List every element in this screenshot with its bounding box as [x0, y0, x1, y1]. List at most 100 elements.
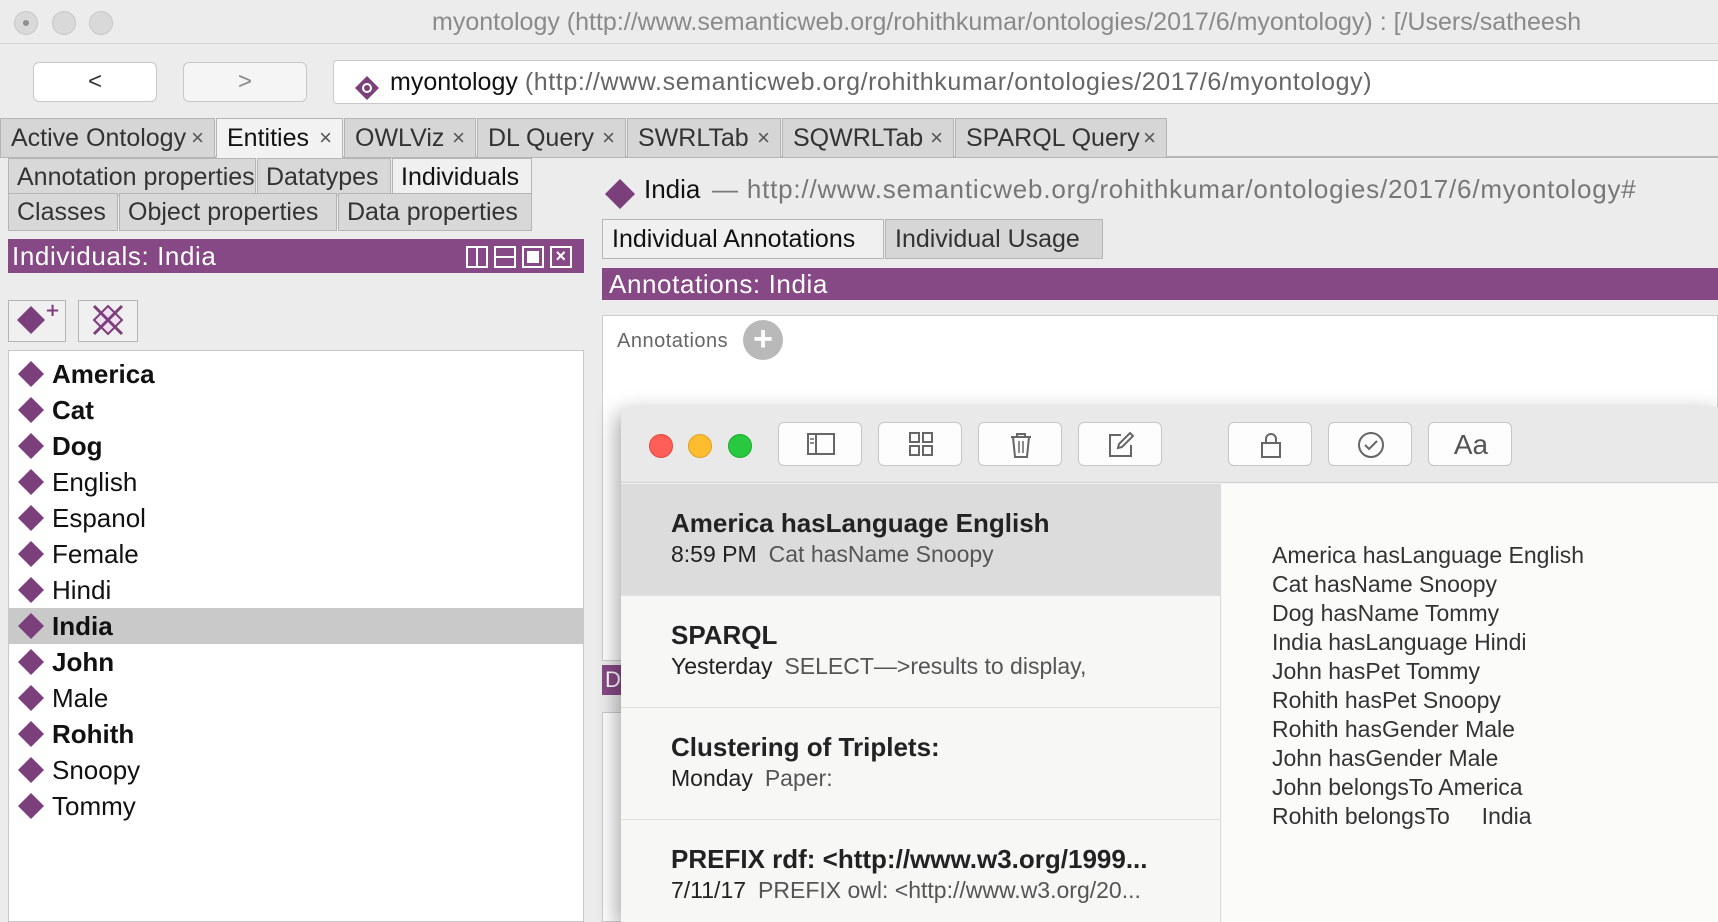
- subtab-datatypes[interactable]: Datatypes: [257, 158, 391, 196]
- close-icon[interactable]: ×: [452, 119, 465, 157]
- note-line: Cat hasName Snoopy: [1272, 571, 1498, 597]
- close-icon[interactable]: ×: [930, 119, 943, 157]
- note-preview: Paper:: [764, 765, 833, 791]
- tab-individual-annotations[interactable]: Individual Annotations: [602, 219, 884, 259]
- trash-icon: [1011, 433, 1031, 458]
- window-zoom-button[interactable]: [89, 11, 113, 35]
- split-vertical-icon[interactable]: [466, 246, 488, 268]
- subtab-individuals[interactable]: Individuals: [392, 158, 532, 196]
- list-item[interactable]: John: [9, 644, 583, 680]
- window-close-button[interactable]: [14, 11, 38, 35]
- maximize-view-icon[interactable]: [522, 246, 544, 268]
- back-button[interactable]: <: [33, 62, 157, 102]
- notes-window: Aa America hasLanguage English 8:59 PM Ca…: [621, 407, 1718, 922]
- list-item[interactable]: Dog: [9, 428, 583, 464]
- list-item[interactable]: Female: [9, 536, 583, 572]
- note-editor[interactable]: America hasLanguage English Cat hasName …: [1222, 484, 1718, 922]
- split-horizontal-icon[interactable]: [494, 246, 516, 268]
- item-label: America: [52, 359, 155, 389]
- notes-minimize-button[interactable]: [688, 434, 712, 458]
- individual-icon: [18, 469, 44, 495]
- tab-sparql-query[interactable]: SPARQL Query ×: [955, 118, 1167, 158]
- notes-zoom-button[interactable]: [728, 434, 752, 458]
- note-meta: Monday Paper:: [671, 765, 833, 792]
- sidebar-toggle-button[interactable]: [778, 422, 862, 466]
- tab-label: DL Query: [488, 124, 595, 152]
- item-label: John: [52, 647, 115, 677]
- close-icon[interactable]: ×: [1143, 119, 1156, 157]
- note-meta: 7/11/17 PREFIX owl: <http://www.w3.org/20…: [671, 877, 1141, 904]
- close-icon[interactable]: ×: [191, 119, 204, 157]
- add-annotation-button[interactable]: +: [743, 320, 783, 360]
- navigation-bar: < > myontology (http://www.semanticweb.o…: [0, 45, 1718, 108]
- tab-label: Active Ontology: [11, 124, 187, 152]
- subtab-annotation-properties[interactable]: Annotation properties: [8, 158, 256, 196]
- individual-icon: [18, 505, 44, 531]
- list-item[interactable]: Espanol: [9, 500, 583, 536]
- close-view-icon[interactable]: ×: [550, 246, 572, 268]
- list-item[interactable]: Cat: [9, 392, 583, 428]
- note-line: Rohith belongsTo India: [1272, 803, 1532, 829]
- note-line: Rohith hasPet Snoopy: [1272, 687, 1501, 713]
- tab-individual-usage[interactable]: Individual Usage: [885, 219, 1103, 259]
- item-label: Cat: [52, 395, 94, 425]
- list-item[interactable]: Hindi: [9, 572, 583, 608]
- item-label: Hindi: [52, 575, 112, 605]
- individual-icon: [18, 541, 44, 567]
- list-item-selected[interactable]: India: [9, 608, 583, 644]
- delete-individual-icon: [92, 304, 124, 336]
- new-note-button[interactable]: [1078, 422, 1162, 466]
- add-individual-icon: +: [17, 300, 60, 334]
- note-date: 7/11/17: [671, 877, 747, 903]
- tab-entities[interactable]: Entities ×: [216, 118, 343, 158]
- tab-sqwrltab[interactable]: SQWRLTab ×: [782, 118, 954, 158]
- individual-icon: [605, 179, 635, 209]
- delete-individual-button[interactable]: [78, 300, 138, 342]
- annotations-panel-header: Annotations: India: [602, 268, 1718, 300]
- list-item[interactable]: Tommy: [9, 788, 583, 824]
- tab-label: SPARQL Query: [966, 124, 1140, 152]
- format-button[interactable]: Aa: [1428, 422, 1512, 466]
- note-date: Monday: [671, 765, 753, 791]
- window-minimize-button[interactable]: [52, 11, 76, 35]
- subtab-data-properties[interactable]: Data properties: [338, 193, 532, 231]
- list-item[interactable]: English: [9, 464, 583, 500]
- note-title: Clustering of Triplets:: [671, 732, 940, 762]
- subtab-classes[interactable]: Classes: [8, 193, 118, 231]
- close-icon[interactable]: ×: [602, 119, 615, 157]
- note-item[interactable]: Clustering of Triplets: Monday Paper:: [621, 708, 1221, 820]
- tab-dl-query[interactable]: DL Query ×: [477, 118, 626, 158]
- individuals-panel-header: Individuals: India ×: [8, 239, 584, 273]
- lock-note-button[interactable]: [1228, 422, 1312, 466]
- note-item[interactable]: PREFIX rdf: <http://www.w3.org/1999... 7…: [621, 820, 1221, 922]
- tab-active-ontology[interactable]: Active Ontology ×: [0, 118, 215, 158]
- individual-icon: [18, 685, 44, 711]
- forward-button[interactable]: >: [183, 62, 307, 102]
- item-label: Female: [52, 539, 139, 569]
- note-item[interactable]: SPARQL Yesterday SELECT—>results to displ…: [621, 596, 1221, 708]
- tab-swrltab[interactable]: SWRLTab ×: [627, 118, 781, 158]
- list-item[interactable]: Snoopy: [9, 752, 583, 788]
- item-label: Male: [52, 683, 109, 713]
- gallery-view-button[interactable]: [878, 422, 962, 466]
- ontology-iri: (http://www.semanticweb.org/rohithkumar/…: [524, 68, 1373, 96]
- notes-close-button[interactable]: [649, 434, 673, 458]
- note-line: America hasLanguage English: [1272, 542, 1584, 568]
- add-individual-button[interactable]: +: [8, 300, 66, 342]
- note-preview: PREFIX owl: <http://www.w3.org/20...: [758, 877, 1141, 903]
- ontology-selector[interactable]: myontology (http://www.semanticweb.org/r…: [333, 60, 1718, 104]
- note-item-selected[interactable]: America hasLanguage English 8:59 PM Cat h…: [621, 484, 1221, 596]
- list-item[interactable]: Rohith: [9, 716, 583, 752]
- close-icon[interactable]: ×: [319, 119, 332, 157]
- close-icon[interactable]: ×: [757, 119, 770, 157]
- checklist-button[interactable]: [1328, 422, 1412, 466]
- list-item[interactable]: Male: [9, 680, 583, 716]
- individual-icon: [18, 361, 44, 387]
- list-item[interactable]: America: [9, 356, 583, 392]
- note-preview: SELECT—>results to display,: [784, 653, 1087, 679]
- delete-note-button[interactable]: [978, 422, 1062, 466]
- tab-owlviz[interactable]: OWLViz ×: [344, 118, 476, 158]
- individual-icon: [18, 757, 44, 783]
- subtab-object-properties[interactable]: Object properties: [119, 193, 337, 231]
- note-title: PREFIX rdf: <http://www.w3.org/1999...: [671, 844, 1148, 874]
